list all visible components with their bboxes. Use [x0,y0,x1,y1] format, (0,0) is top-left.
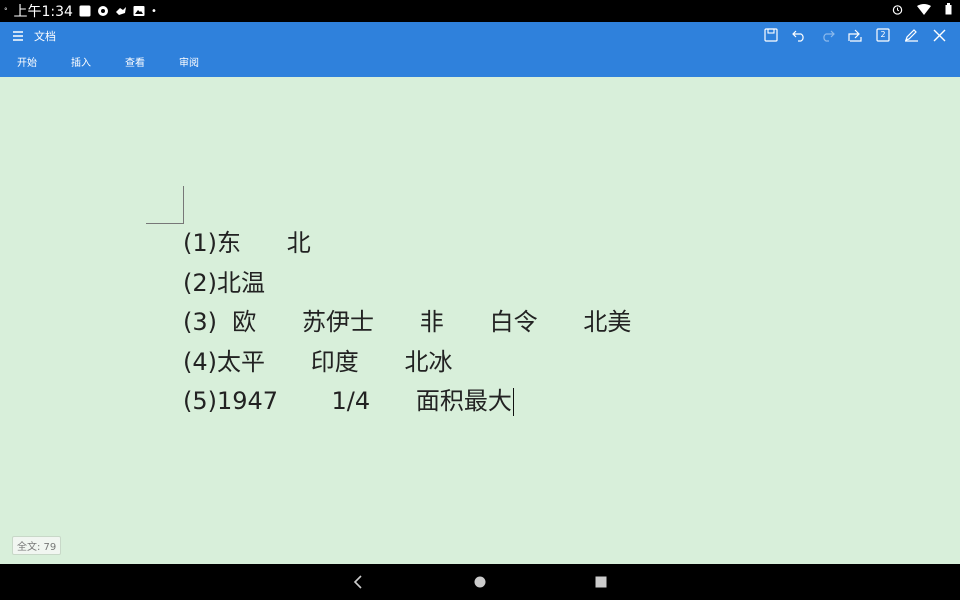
navigation-bar [0,564,960,600]
recents-icon [595,576,607,588]
title-row: 文档 2 [0,22,960,50]
document-line[interactable]: (2)北温 [183,264,631,304]
redo-button[interactable] [818,26,836,44]
word-count-badge: 全文: 79 [12,536,62,555]
close-icon [933,29,945,41]
close-button[interactable] [930,26,948,44]
pencil-icon [904,29,918,42]
alarm-icon [892,4,903,15]
tab-view[interactable]: 查看 [108,50,162,77]
ribbon-tabs: 开始 插入 查看 审阅 [0,50,216,77]
app-bar: 文档 2 开始 插入 查看 审阅 [0,22,960,77]
page-margin-corner [146,186,184,224]
wifi-icon [917,3,931,15]
document-line[interactable]: (1)东 北 [183,224,631,264]
battery-icon [945,3,952,15]
undo-icon [791,30,804,42]
undo-button[interactable] [790,26,808,44]
document-line[interactable]: (3) 欧 苏伊士 非 白令 北美 [183,303,631,343]
menu-icon[interactable] [10,28,26,44]
document-body[interactable]: (1)东 北 (2)北温 (3) 欧 苏伊士 非 白令 北美 (4)太平 印度 … [183,224,631,422]
tab-insert[interactable]: 插入 [54,50,108,77]
recents-button[interactable] [591,572,611,592]
page-badge-number: 2 [880,30,886,39]
document-line-text: (5)1947 1/4 面积最大 [183,387,512,415]
status-small-dot: ° [4,7,8,15]
page-count-button[interactable]: 2 [874,26,892,44]
notification-square-icon [79,5,91,17]
share-button[interactable] [846,26,864,44]
share-icon [847,29,862,42]
chat-bubble-icon [97,6,108,16]
save-icon [764,28,778,42]
toolbar: 2 [762,26,948,44]
status-bar: ° 上午1:34 • [0,0,960,22]
tab-review[interactable]: 审阅 [162,50,216,77]
document-line[interactable]: (4)太平 印度 北冰 [183,343,631,383]
document-title: 文档 [34,30,56,43]
home-icon [474,576,486,588]
bird-icon [115,7,126,15]
text-cursor [512,388,514,416]
status-time: 上午1:34 [13,4,73,20]
document-line-last[interactable]: (5)1947 1/4 面积最大 [183,382,631,422]
tab-start[interactable]: 开始 [0,50,54,77]
back-icon [353,575,362,589]
home-button[interactable] [470,572,490,592]
image-icon [133,6,145,16]
more-notifications-dot: • [150,5,157,17]
edit-button[interactable] [902,26,920,44]
document-area[interactable]: (1)东 北 (2)北温 (3) 欧 苏伊士 非 白令 北美 (4)太平 印度 … [0,77,960,564]
redo-icon [822,30,835,42]
back-button[interactable] [348,572,368,592]
save-button[interactable] [762,26,780,44]
status-right [892,3,952,15]
status-left: ° 上午1:34 • [0,1,157,21]
